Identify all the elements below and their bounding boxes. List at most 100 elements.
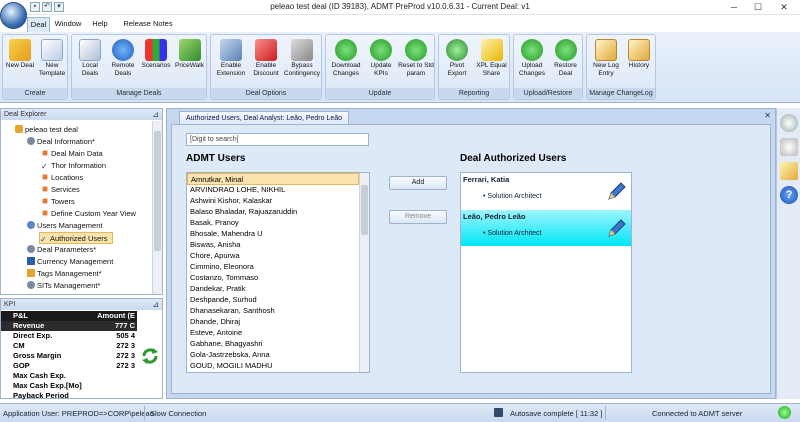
update-kpis-icon <box>370 39 392 61</box>
pivot-export-button[interactable]: Pivot Export <box>441 39 473 87</box>
deal-explorer-header: Deal Explorer ⊿ <box>1 109 162 120</box>
app-window: ▪ ↶ ▾ peleao test deal (ID 39183), ADMT … <box>0 0 800 422</box>
application-menu-button[interactable] <box>0 2 27 29</box>
enable-discount-button[interactable]: Enable Discount <box>249 39 283 87</box>
admt-users-list: Amrutkar, Minal ARVINDRAO LOHE, NIKHIL A… <box>186 172 370 373</box>
status-server: Connected to ADMT server <box>652 409 743 418</box>
window-title: peleao test deal (ID 39183), ADMT PrePro… <box>270 2 530 11</box>
authorized-user-card[interactable]: Ferrari, Katia • Solution Architect <box>461 173 631 209</box>
tree-node-deal-parameters[interactable]: Deal Parameters* <box>27 244 96 256</box>
new-deal-button[interactable]: New Deal <box>5 39 35 87</box>
tree-node-users-management[interactable]: Users Management <box>27 220 102 232</box>
gear-icon <box>27 245 35 253</box>
tree-node-locations[interactable]: Locations <box>41 172 83 184</box>
local-deals-icon <box>79 39 101 61</box>
tree-node-thor-information[interactable]: ✓ Thor Information <box>41 160 106 172</box>
close-icon[interactable]: ✕ <box>772 0 796 14</box>
list-item[interactable]: GOUD, MOGILI MADHU <box>187 360 359 372</box>
tree-node-towers[interactable]: Towers <box>41 196 75 208</box>
bullet-icon <box>42 186 48 192</box>
deal-users-title: Deal Authorized Users <box>460 153 567 164</box>
pin-icon[interactable]: ⊿ <box>152 299 159 310</box>
ribbon-group-deal-options: Enable Extension Enable Discount Bypass … <box>210 34 322 100</box>
new-template-button[interactable]: New Template <box>36 39 68 87</box>
scenarios-button[interactable]: Scenarios <box>139 39 173 87</box>
local-deals-button[interactable]: Local Deals <box>74 39 106 87</box>
maximize-icon[interactable]: ☐ <box>746 0 770 14</box>
tree-node-currency-management[interactable]: Currency Management <box>27 256 113 268</box>
tab-deal[interactable]: Deal <box>27 17 50 32</box>
extension-icon <box>220 39 242 61</box>
explorer-scrollbar[interactable] <box>152 121 162 294</box>
tab-help[interactable]: Help <box>88 17 112 32</box>
tree-node-deal-main-data[interactable]: Deal Main Data <box>41 148 103 160</box>
remote-deals-button[interactable]: Remote Deals <box>107 39 139 87</box>
ribbon-group-create: New Deal New Template Create <box>2 34 68 100</box>
help-icon[interactable]: ? <box>780 186 798 204</box>
upload-icon <box>521 39 543 61</box>
users-icon <box>27 221 35 229</box>
tree-node-authorized-users[interactable]: ✓ Authorized Users <box>39 232 113 244</box>
refresh-icon[interactable] <box>140 346 160 366</box>
history-button[interactable]: History <box>623 39 655 87</box>
tree-node-custom-year-view[interactable]: Define Custom Year View <box>41 208 136 220</box>
home-icon[interactable] <box>780 138 798 156</box>
check-circle-icon[interactable] <box>780 114 798 132</box>
minimize-icon[interactable]: ─ <box>722 0 746 14</box>
document-tab[interactable]: Authorized Users, Deal Analyst: Leão, Pe… <box>179 111 350 124</box>
ribbon-group-update: Download Changes Update KPIs Reset to St… <box>325 34 435 100</box>
discount-tag-icon <box>255 39 277 61</box>
tree-node-tags-management[interactable]: Tags Management* <box>27 268 102 280</box>
close-tab-icon[interactable]: ✕ <box>764 111 771 120</box>
bypass-contingency-button[interactable]: Bypass Contingency <box>283 39 321 87</box>
ribbon-tab-row: Deal Window Help Release Notes <box>0 15 800 32</box>
search-input[interactable]: [Digit to search] <box>186 133 369 146</box>
pin-icon[interactable]: ⊿ <box>152 109 159 120</box>
update-kpis-button[interactable]: Update KPIs <box>364 39 398 87</box>
authorized-user-card-selected[interactable]: Leão, Pedro Leão • Solution Architect <box>461 210 631 246</box>
xpl-equal-share-button[interactable]: XPL Equal Share <box>474 39 509 87</box>
edit-pencil-icon[interactable] <box>605 218 627 240</box>
notes-icon[interactable] <box>780 162 798 180</box>
remove-button[interactable]: Remove <box>389 210 447 224</box>
reset-std-param-button[interactable]: Reset to Std param <box>398 39 434 87</box>
xpl-share-icon <box>480 39 503 61</box>
restore-deal-button[interactable]: Restore Deal <box>549 39 582 87</box>
tab-release-notes[interactable]: Release Notes <box>120 17 176 32</box>
tab-window[interactable]: Window <box>53 17 83 32</box>
kpi-table: P&L Amount (E Revenue 777 C Direct Exp. 50… <box>1 311 137 401</box>
tree-node-deal[interactable]: peleao test deal <box>15 124 78 136</box>
title-bar: ▪ ↶ ▾ peleao test deal (ID 39183), ADMT … <box>0 0 800 15</box>
pricewalk-icon <box>178 39 201 61</box>
admt-users-scrollbar[interactable] <box>359 173 369 372</box>
new-log-entry-button[interactable]: New Log Entry <box>589 39 623 87</box>
edit-pencil-icon[interactable] <box>605 181 627 203</box>
tree-node-deal-information[interactable]: Deal Information* <box>27 136 95 148</box>
admt-users-title: ADMT Users <box>186 153 246 164</box>
reset-icon <box>405 39 427 61</box>
kpi-row: Payback Period <box>13 391 69 400</box>
bullet-icon <box>42 150 48 156</box>
upload-changes-button[interactable]: Upload Changes <box>516 39 548 87</box>
kpi-row: Gross Margin 272 3 <box>13 351 135 360</box>
pricewalk-button[interactable]: PriceWalk <box>173 39 206 87</box>
document-area: Authorized Users, Deal Analyst: Leão, Pe… <box>166 108 776 399</box>
scenarios-icon <box>145 39 167 61</box>
save-icon <box>494 408 503 417</box>
explorer-scroll-thumb[interactable] <box>154 131 161 251</box>
add-button[interactable]: Add <box>389 176 447 190</box>
download-changes-button[interactable]: Download Changes <box>328 39 364 87</box>
status-separator <box>144 406 145 420</box>
ribbon-group-manage-deals: Local Deals Remote Deals Scenarios Price… <box>71 34 207 100</box>
sits-icon <box>27 281 35 289</box>
admt-users-scroll-thumb[interactable] <box>361 185 368 235</box>
status-connection: Slow Connection <box>150 409 207 418</box>
ribbon-group-upload-restore: Upload Changes Restore Deal Upload/Resto… <box>513 34 583 100</box>
kpi-row: Max Cash Exp.[Mo] <box>13 381 82 390</box>
enable-extension-button[interactable]: Enable Extension <box>213 39 249 87</box>
kpi-row: Direct Exp. 505 4 <box>13 331 135 340</box>
bullet-icon <box>42 210 48 216</box>
status-app-user: Application User: PREPROD=>CORP\peleao <box>3 409 154 418</box>
tree-node-services[interactable]: Services <box>41 184 80 196</box>
tree-node-sits-management[interactable]: SITs Management* <box>27 280 100 292</box>
